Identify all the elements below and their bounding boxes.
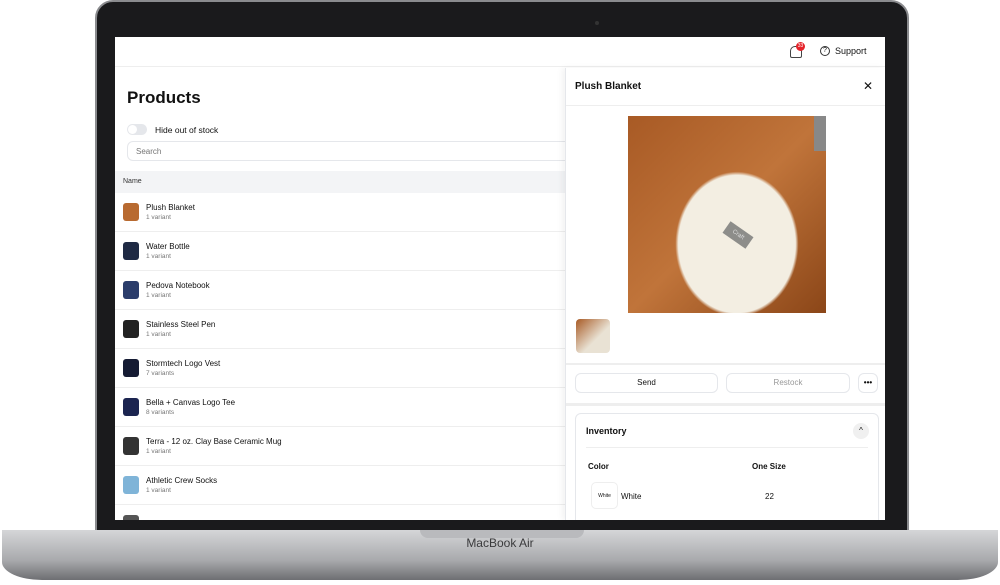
support-label: Support — [835, 46, 867, 56]
product-name: Stainless Steel Pen — [146, 320, 216, 329]
support-button[interactable]: ? Support — [820, 46, 867, 56]
search-input[interactable] — [127, 141, 577, 161]
product-row[interactable]: Terra - 12 oz. Clay Base Ceramic Mug 1 va… — [115, 427, 565, 466]
product-row[interactable]: Jotter Pen (Case of 50) — [115, 505, 565, 520]
image-thumbnail[interactable] — [576, 319, 610, 353]
product-row[interactable]: Pedova Notebook 1 variant — [115, 271, 565, 310]
toggle-label: Hide out of stock — [155, 124, 219, 135]
product-thumbnail — [123, 359, 139, 377]
product-variants: 1 variant — [146, 214, 171, 221]
product-name: Water Bottle — [146, 242, 190, 251]
detail-title: Plush Blanket — [575, 81, 642, 92]
product-name: Athletic Crew Socks — [146, 476, 218, 485]
product-thumbnail — [123, 320, 139, 338]
product-thumbnail — [123, 203, 139, 221]
page-title: Products — [127, 88, 201, 107]
product-name: Jotter Pen (Case of 50) — [146, 519, 229, 521]
product-row[interactable]: Stainless Steel Pen 1 variant — [115, 310, 565, 349]
divider — [566, 363, 885, 365]
product-variants: 1 variant — [146, 448, 171, 455]
color-column-header: Color — [588, 462, 609, 471]
more-options-button[interactable]: ••• — [858, 373, 878, 393]
close-icon[interactable]: ✕ — [863, 79, 873, 93]
product-thumbnail — [123, 515, 139, 520]
help-circle-icon: ? — [820, 46, 830, 56]
product-image: Craft — [628, 116, 826, 313]
divider — [586, 447, 868, 448]
divider — [566, 403, 885, 406]
product-variants: 8 variants — [146, 409, 175, 416]
product-thumbnail — [123, 242, 139, 260]
send-button[interactable]: Send — [575, 373, 718, 393]
color-name: White — [621, 492, 642, 501]
size-column-header: One Size — [752, 462, 786, 471]
product-variants: 1 variant — [146, 487, 171, 494]
product-row[interactable]: Water Bottle 1 variant — [115, 232, 565, 271]
quantity: 22 — [765, 492, 774, 501]
notification-badge: 33 — [796, 42, 805, 51]
detail-header: Plush Blanket ✕ — [566, 68, 885, 106]
product-variants: 1 variant — [146, 253, 171, 260]
product-variants: 7 variants — [146, 370, 175, 377]
product-thumbnail — [123, 281, 139, 299]
top-bar: 33 ? Support — [115, 37, 885, 67]
inventory-card: Inventory ^ Color One Size White White 2… — [575, 413, 879, 520]
toggle-switch[interactable] — [127, 124, 147, 135]
camera — [595, 21, 599, 25]
product-variants: 1 variant — [146, 331, 171, 338]
product-name: Pedova Notebook — [146, 281, 210, 290]
products-list: Plush Blanket 1 variant Water Bottle 1 vari… — [115, 193, 565, 520]
product-name: Terra - 12 oz. Clay Base Ceramic Mug — [146, 437, 282, 446]
product-row[interactable]: Plush Blanket 1 variant — [115, 193, 565, 232]
chevron-up-icon[interactable]: ^ — [853, 423, 869, 439]
column-header-name[interactable]: Name — [115, 171, 565, 193]
product-thumbnail — [123, 398, 139, 416]
products-panel: Products Hide out of stock Name Plush Bl… — [115, 68, 577, 520]
product-row[interactable]: Stormtech Logo Vest 7 variants — [115, 349, 565, 388]
product-thumbnail — [123, 437, 139, 455]
product-name: Plush Blanket — [146, 203, 195, 212]
product-tag: Craft — [722, 221, 754, 249]
inventory-title: Inventory — [586, 426, 627, 436]
product-name: Bella + Canvas Logo Tee — [146, 398, 236, 407]
device-label: MacBook Air — [466, 536, 534, 550]
product-detail-panel: Plush Blanket ✕ Craft Send Restock ••• In… — [565, 68, 885, 520]
restock-button[interactable]: Restock — [726, 373, 850, 393]
product-name: Stormtech Logo Vest — [146, 359, 221, 368]
hide-out-of-stock-toggle[interactable]: Hide out of stock — [127, 124, 218, 135]
image-background — [814, 116, 826, 151]
product-row[interactable]: Bella + Canvas Logo Tee 8 variants — [115, 388, 565, 427]
product-variants: 1 variant — [146, 292, 171, 299]
product-row[interactable]: Athletic Crew Socks 1 variant — [115, 466, 565, 505]
color-swatch: White — [591, 482, 618, 509]
product-thumbnail — [123, 476, 139, 494]
laptop-base: MacBook Air — [2, 530, 998, 580]
app-screen: 33 ? Support Products Hide out of stock N… — [115, 37, 885, 520]
